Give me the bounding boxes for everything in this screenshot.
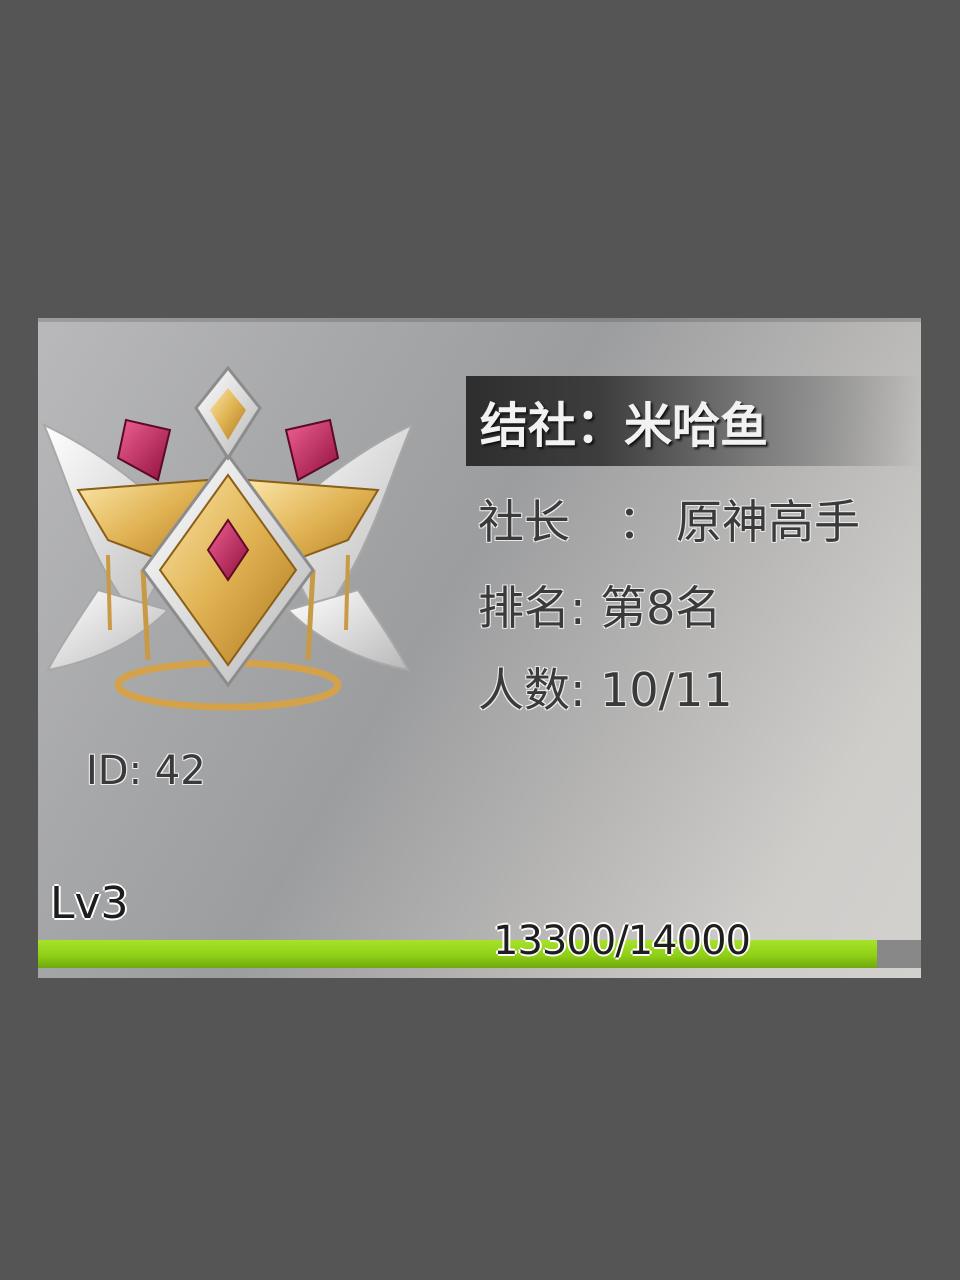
rank-row: 排名: 第8名 [478, 572, 721, 638]
rank-label: 排名: [478, 581, 601, 635]
guild-level: Lv3 [50, 878, 129, 929]
guild-id: ID: 42 [86, 748, 206, 794]
guild-title-bar: 结社： 米哈鱼 [466, 376, 921, 466]
leader-colon: ： [618, 495, 664, 549]
members-row: 人数: 10/11 [478, 654, 733, 720]
members-value: 10/11 [600, 663, 733, 717]
rank-value: 第8名 [600, 581, 722, 635]
leader-name: 原神高手 [676, 495, 860, 549]
leader-row: 社长 ：原神高手 [478, 486, 860, 552]
guild-name: 米哈鱼 [624, 398, 769, 454]
guild-info-card: 结社： 米哈鱼 社长 ：原神高手 排名: 第8名 人数: 10/11 ID: 42… [38, 318, 921, 978]
exp-progress-fill [38, 940, 877, 968]
leader-label: 社长 [478, 495, 570, 549]
id-label: ID: [86, 748, 155, 794]
winged-crest-emblem-icon [42, 365, 414, 711]
guild-title-label: 结社： [480, 398, 625, 454]
exp-progress-text: 13300/14000 [493, 918, 751, 964]
exp-progress-bar [38, 940, 921, 968]
id-value: 42 [154, 748, 206, 794]
members-label: 人数: [478, 663, 601, 717]
